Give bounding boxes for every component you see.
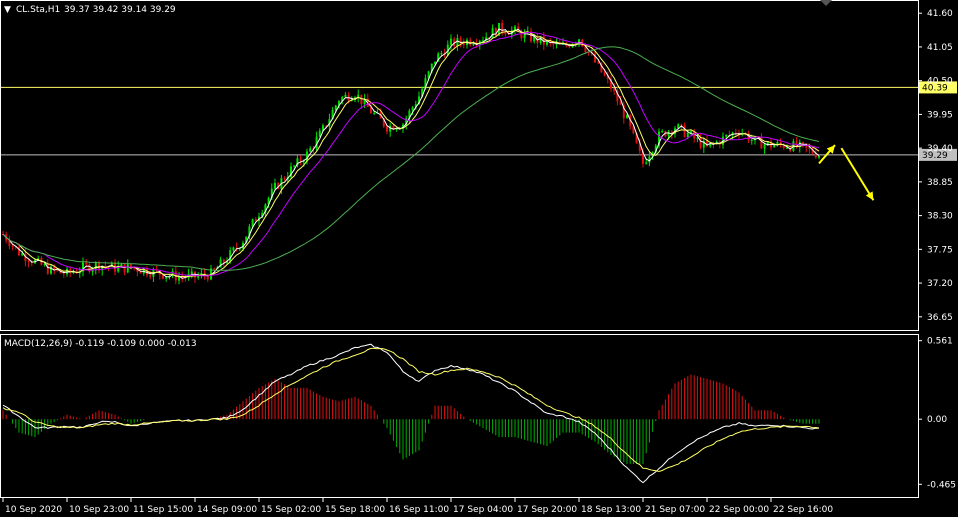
ma-long-line [2,46,820,271]
candle-body [120,264,123,266]
time-axis-label: 21 Sep 07:00 [645,505,705,515]
candle-body [232,247,235,251]
candle-body [62,273,65,275]
candle-body [802,142,804,144]
candle-body [686,133,689,137]
candle-body [450,38,452,45]
candle-body [11,246,14,248]
time-axis-label: 17 Sep 20:00 [517,505,577,515]
window-menu-triangle[interactable]: ▼ [4,5,11,15]
candle-body [763,144,766,149]
price-axis-label: 41.60 [927,9,953,19]
time-axis-label: 17 Sep 04:00 [453,505,513,515]
price-axis-label: 36.65 [927,313,953,323]
price-axis-label: 39.95 [927,110,953,120]
candle-body [56,270,59,272]
candle-body [818,155,820,158]
candle-body [123,264,126,273]
time-axis-label: 22 Sep 16:00 [773,505,833,515]
candle-body [283,178,286,180]
price-axis-label: 40.50 [927,77,953,87]
scroll-corner-icon[interactable] [820,0,832,6]
time-axis-label: 18 Sep 13:00 [581,505,641,515]
candle-body [274,183,276,189]
price-axis-label: 38.30 [927,212,953,222]
candle-body [773,145,776,148]
price-axis-label: 37.75 [927,245,953,255]
time-axis-label: 10 Sep 2020 [5,505,62,515]
axis-layer: 40.3939.2941.6041.0540.5039.9539.4038.85… [2,9,957,515]
candle-body [786,147,788,149]
candle-body [126,264,129,273]
time-axis-label: 15 Sep 02:00 [261,505,321,515]
time-axis-label: 11 Sep 15:00 [133,505,193,515]
candle-body [85,262,88,265]
candle-body [386,126,388,132]
candle-body [491,28,494,39]
candle-body [472,44,475,46]
candle-body [344,94,347,98]
macd-layer [2,343,820,484]
candle-body [360,94,363,104]
price-axis-label: 41.05 [927,43,953,53]
macd-axis-label: -0.465 [927,480,956,490]
candle-body [293,165,296,167]
candle-body [27,261,30,263]
candle-body [149,275,152,277]
candle-body [725,134,728,137]
projection-arrow-shaft [840,147,875,201]
macd-header: MACD(12,26,9) -0.119 -0.109 0.000 -0.013 [4,339,197,349]
signal-line [2,347,820,473]
time-axis-label: 14 Sep 09:00 [197,505,257,515]
candle-body [440,53,443,55]
candle-body [302,161,305,163]
price-axis-label: 39.40 [927,144,953,154]
candle-body [661,131,664,133]
candle-body [667,131,670,137]
candle-body [603,72,606,76]
price-panel-frame [0,0,919,331]
price-axis-label: 38.85 [927,178,953,188]
candle-body [213,268,216,270]
candle-body [309,148,312,152]
candle-body [645,162,648,164]
candle-body [750,139,753,141]
candle-body [373,112,376,114]
candle-body [229,250,232,262]
price-axis-label: 37.20 [927,279,953,289]
price-header-ohlc: 39.37 39.42 39.14 39.29 [64,5,176,15]
macd-axis-label: 0.561 [927,337,953,347]
candle-body [395,128,398,130]
candle-body [456,38,459,47]
macd-axis-label: 0.00 [927,415,947,425]
ma-slow-line [2,31,820,277]
time-axis-label: 22 Sep 00:00 [709,505,769,515]
candle-body [178,276,180,281]
candle-body [139,271,142,274]
time-axis-label: 16 Sep 11:00 [389,505,449,515]
ma-fast-line [2,28,820,279]
time-axis-label: 15 Sep 18:00 [325,505,385,515]
candle-body [597,62,600,64]
price-header-symbol: CL.Sta,H1 [16,5,60,15]
candle-body [66,268,68,275]
candle-body [190,271,193,274]
time-axis-label: 10 Sep 23:00 [69,505,129,515]
candle-body [696,137,699,139]
price-layer [1,19,918,285]
trading-chart[interactable]: ▼ CL.Sta,H1 39.37 39.42 39.14 39.29 MACD… [0,0,958,517]
candle-body [411,107,414,111]
candle-body [683,125,686,137]
ma-mid-line [2,29,820,278]
candle-body [626,115,628,119]
